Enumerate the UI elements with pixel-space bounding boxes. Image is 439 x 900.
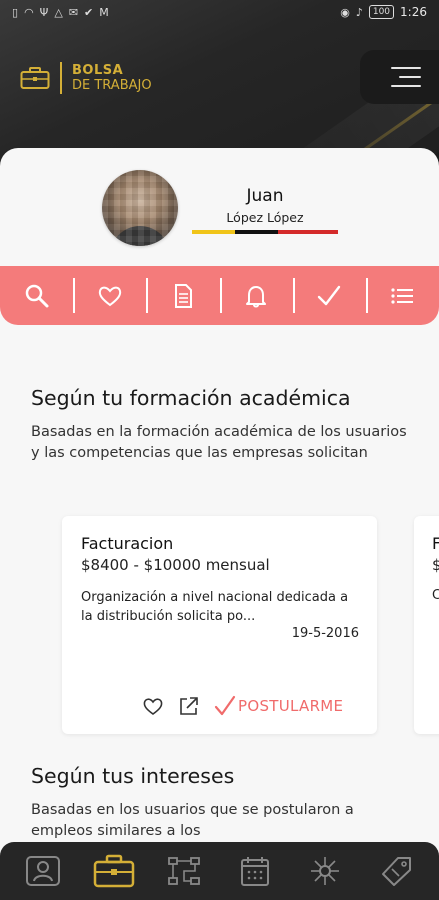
nav-jobs[interactable]	[84, 848, 144, 894]
section-desc-interests: Basadas en los usuarios que se postularo…	[31, 802, 354, 839]
heart-icon	[98, 286, 121, 306]
briefcase-icon	[93, 854, 134, 888]
main-content: Juan López López Según tu formación acad…	[0, 148, 439, 900]
eye-icon: ◉	[340, 5, 350, 19]
nav-profile[interactable]	[13, 848, 73, 894]
job-salary: $	[432, 556, 439, 574]
flag-red	[277, 230, 338, 234]
flag-black	[234, 230, 278, 234]
nav-calendar[interactable]	[225, 848, 285, 894]
section-title-interests: Según tus intereses	[31, 764, 235, 788]
mail-icon: ✉	[68, 5, 79, 19]
job-description: C	[432, 588, 439, 603]
section-desc-academic: Basadas en la formación académica de los…	[31, 424, 407, 461]
menu-bar	[398, 76, 421, 78]
avatar-pixelation	[102, 170, 178, 246]
flag-underline	[192, 230, 338, 234]
check-icon	[214, 695, 236, 716]
job-description: Organización a nivel nacional dedicada a…	[81, 590, 349, 624]
status-bar: ▯ ◠ Ψ △ ✉ ✔ M ◉ ♪ 100 1:26	[0, 0, 439, 24]
profile-name: Juan	[246, 186, 284, 206]
search-icon	[25, 284, 49, 307]
apply-button[interactable]: POSTULARME	[214, 695, 343, 717]
battery-indicator: 100	[368, 5, 395, 19]
logo-divider	[60, 62, 62, 94]
job-salary: $8400 - $10000 mensual	[81, 556, 270, 574]
action-bar	[0, 266, 439, 325]
wifi-icon: ◠	[24, 5, 34, 19]
job-date: 19-5-2016	[291, 626, 359, 641]
menu-bar	[390, 67, 421, 69]
favorites-button[interactable]	[73, 266, 146, 325]
gmail-icon: M	[99, 5, 109, 19]
apply-label: POSTULARME	[238, 697, 344, 715]
job-actions: POSTULARME	[142, 694, 362, 718]
sim-icon: ▯	[12, 5, 19, 19]
job-title: Facturacion	[81, 534, 174, 553]
usb-icon: Ψ	[39, 5, 49, 19]
nav-process[interactable]	[154, 848, 214, 894]
job-title: F	[432, 534, 439, 553]
nav-tags[interactable]	[366, 848, 426, 894]
flow-icon	[168, 857, 201, 885]
app-logo[interactable]: BOLSA DE TRABAJO	[20, 62, 152, 94]
status-right: ◉ ♪ 100 1:26	[340, 5, 427, 19]
logo-line2: DE TRABAJO	[72, 78, 152, 93]
hamburger-menu-button[interactable]	[360, 50, 439, 104]
document-icon	[174, 283, 192, 308]
bottom-navigation	[0, 842, 439, 900]
bell-icon	[246, 285, 267, 307]
section-title-academic: Según tu formación académica	[31, 386, 351, 410]
flag-yellow	[192, 230, 235, 234]
tag-icon	[381, 857, 411, 886]
avatar[interactable]	[102, 170, 178, 246]
search-button[interactable]	[0, 266, 73, 325]
menu-bar	[390, 85, 421, 87]
mute-icon: ♪	[355, 5, 363, 19]
share-icon[interactable]	[178, 695, 200, 717]
heart-icon[interactable]	[142, 695, 164, 717]
status-left: ▯ ◠ Ψ △ ✉ ✔ M	[12, 6, 109, 19]
applied-button[interactable]	[292, 266, 366, 325]
network-icon	[311, 857, 340, 885]
calendar-icon	[240, 857, 269, 886]
logo-text: BOLSA DE TRABAJO	[72, 63, 152, 93]
status-time: 1:26	[400, 5, 427, 19]
briefcase-logo-icon	[20, 67, 50, 89]
drive-icon: △	[54, 5, 63, 19]
logo-line1: BOLSA	[72, 63, 124, 78]
documents-button[interactable]	[146, 266, 219, 325]
job-card[interactable]: F $ C	[414, 516, 439, 734]
check-icon	[318, 285, 341, 305]
list-icon	[391, 287, 414, 304]
nav-network[interactable]	[295, 848, 355, 894]
profile-surname: López López	[226, 210, 304, 225]
list-button[interactable]	[365, 266, 439, 325]
check-icon: ✔	[84, 5, 94, 19]
profile-icon	[26, 856, 61, 886]
notifications-button[interactable]	[219, 266, 293, 325]
job-card[interactable]: Facturacion $8400 - $10000 mensual Organ…	[62, 516, 377, 734]
